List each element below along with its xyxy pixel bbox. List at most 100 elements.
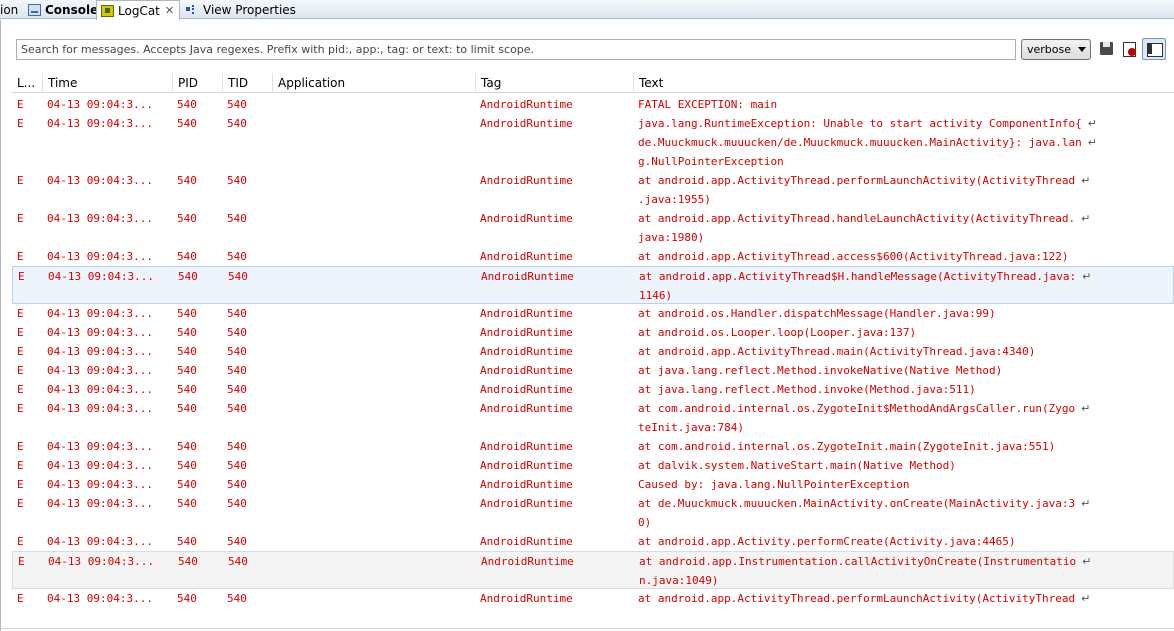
column-header-time[interactable]: Time (42, 73, 172, 93)
panel-bottom-border (0, 628, 1174, 629)
log-tag-cell: AndroidRuntime (480, 326, 573, 339)
log-level-cell: E (17, 459, 24, 472)
table-row[interactable]: E 04-13 09:04:3... 540 540 AndroidRuntime at … (12, 456, 1174, 475)
log-text-line: at android.app.ActivityThread.handleLaun… (638, 209, 1090, 228)
line-wrap-icon: ↵ (1087, 117, 1097, 130)
log-time-cell: 04-13 09:04:3... (47, 592, 153, 605)
log-tag-cell: AndroidRuntime (480, 250, 573, 263)
table-row[interactable]: E 04-13 09:04:3... 540 540 AndroidRuntime at … (12, 494, 1174, 532)
log-text-line: java:1980) (638, 228, 704, 247)
log-tag-cell: AndroidRuntime (480, 459, 573, 472)
tab-label: Console (45, 2, 99, 17)
close-icon[interactable]: ✕ (165, 4, 174, 17)
log-text-line: at android.app.Instrumentation.callActiv… (639, 552, 1091, 571)
table-row[interactable]: E 04-13 09:04:3... 540 540 AndroidRuntime at … (12, 323, 1174, 342)
table-row[interactable]: E 04-13 09:04:3... 540 540 AndroidRuntime Cau… (12, 475, 1174, 494)
tab-view-properties[interactable]: View Properties (186, 0, 296, 19)
table-row[interactable]: E 04-13 09:04:3... 540 540 AndroidRuntime jav… (12, 114, 1174, 171)
log-pid-cell: 540 (177, 440, 197, 453)
column-header-application[interactable]: Application (272, 73, 475, 93)
log-level-cell: E (17, 307, 24, 320)
table-row[interactable]: E 04-13 09:04:3... 540 540 AndroidRuntime at … (12, 380, 1174, 399)
save-icon[interactable] (1098, 40, 1116, 58)
table-row[interactable]: E 04-13 09:04:3... 540 540 AndroidRuntime at … (12, 399, 1174, 437)
line-wrap-icon: ↵ (1081, 402, 1091, 415)
log-text-line: n.java:1049) (639, 571, 718, 590)
table-row[interactable]: E 04-13 09:04:3... 540 540 AndroidRuntime at … (12, 247, 1174, 266)
log-level-cell: E (17, 364, 24, 377)
search-input[interactable] (16, 39, 1016, 60)
log-text: at android.app.ActivityThread$H.handleMe… (639, 270, 1077, 283)
table-row[interactable]: E 04-13 09:04:3... 540 540 AndroidRuntime at … (12, 171, 1174, 209)
clear-log-icon[interactable] (1120, 40, 1138, 58)
log-tid-cell: 540 (227, 250, 247, 263)
log-text: at android.app.ActivityThread.performLau… (638, 592, 1076, 605)
log-text: g.NullPointerException (638, 155, 784, 168)
log-text-line: at de.Muuckmuck.muuucken.MainActivity.on… (638, 494, 1090, 513)
log-text-line: at android.app.Activity.performCreate(Ac… (638, 532, 1016, 551)
column-header-level[interactable]: L... (12, 73, 42, 93)
log-text: n.java:1049) (639, 574, 719, 587)
log-text-line: 1146) (639, 286, 672, 305)
log-text: 0) (638, 516, 652, 529)
table-row[interactable]: E 04-13 09:04:3... 540 540 AndroidRuntime at … (12, 437, 1174, 456)
line-wrap-icon: ↵ (1087, 136, 1097, 149)
console-icon (28, 3, 41, 16)
log-text-line: .java:1955) (638, 190, 711, 209)
table-row[interactable]: E 04-13 09:04:3... 540 540 AndroidRuntime at … (12, 304, 1174, 323)
table-row[interactable]: E 04-13 09:04:3... 540 540 AndroidRuntime at … (12, 209, 1174, 247)
log-text-line: at com.android.internal.os.ZygoteInit.ma… (638, 437, 1055, 456)
table-row[interactable]: E 04-13 09:04:3... 540 540 AndroidRuntime at … (12, 589, 1174, 608)
view-properties-icon (186, 4, 199, 16)
tab-logcat[interactable]: LogCat ✕ (96, 0, 181, 20)
table-row[interactable]: E 04-13 09:04:3... 540 540 AndroidRuntime at … (12, 266, 1174, 304)
log-level-cell: E (17, 345, 24, 358)
tab-partial[interactable]: ion (0, 0, 18, 19)
table-row[interactable]: E 04-13 09:04:3... 540 540 AndroidRuntime at … (12, 551, 1174, 589)
tab-label: View Properties (203, 2, 296, 17)
table-row[interactable]: E 04-13 09:04:3... 540 540 AndroidRuntime at … (12, 361, 1174, 380)
log-text-line: Caused by: java.lang.NullPointerExceptio… (638, 475, 910, 494)
table-row[interactable]: E 04-13 09:04:3... 540 540 AndroidRuntime at … (12, 342, 1174, 361)
log-text: at com.android.internal.os.ZygoteInit.ma… (638, 440, 1056, 453)
column-header-pid[interactable]: PID (172, 73, 222, 93)
log-pid-cell: 540 (177, 307, 197, 320)
log-pid-cell: 540 (177, 345, 197, 358)
log-level-cell: E (17, 383, 24, 396)
log-tid-cell: 540 (228, 555, 248, 568)
tab-label: LogCat (118, 3, 160, 18)
log-tid-cell: 540 (227, 402, 247, 415)
log-tag-cell: AndroidRuntime (480, 174, 573, 187)
column-header-text[interactable]: Text (633, 73, 1174, 93)
log-pid-cell: 540 (177, 364, 197, 377)
log-tag-cell: AndroidRuntime (481, 555, 574, 568)
table-row[interactable]: E 04-13 09:04:3... 540 540 AndroidRuntime FAT… (12, 95, 1174, 114)
log-pid-cell: 540 (177, 497, 197, 510)
log-level-cell: E (18, 555, 25, 568)
log-tag-cell: AndroidRuntime (480, 440, 573, 453)
log-text: at android.app.Instrumentation.callActiv… (639, 555, 1077, 568)
log-time-cell: 04-13 09:04:3... (47, 117, 153, 130)
column-header-tid[interactable]: TID (222, 73, 272, 93)
toggle-filters-icon[interactable] (1142, 38, 1166, 60)
log-level-select[interactable]: verbose (1021, 39, 1091, 60)
tab-console[interactable]: Console (28, 0, 98, 19)
log-time-cell: 04-13 09:04:3... (47, 174, 153, 187)
log-time-cell: 04-13 09:04:3... (47, 307, 153, 320)
line-wrap-icon: ↵ (1082, 555, 1092, 568)
log-tag-cell: AndroidRuntime (480, 117, 573, 130)
log-text-line: at android.app.ActivityThread.access$600… (638, 247, 1068, 266)
log-text: java:1980) (638, 231, 705, 244)
column-header-tag[interactable]: Tag (475, 73, 633, 93)
log-level-cell: E (17, 250, 24, 263)
log-tag-cell: AndroidRuntime (480, 497, 573, 510)
log-text-line: g.NullPointerException (638, 152, 784, 171)
log-text-line: at android.app.ActivityThread.performLau… (638, 171, 1090, 190)
log-tid-cell: 540 (227, 307, 247, 320)
log-pid-cell: 540 (177, 250, 197, 263)
log-text: at android.app.ActivityThread.handleLaun… (638, 212, 1076, 225)
table-row[interactable]: E 04-13 09:04:3... 540 540 AndroidRuntime at … (12, 532, 1174, 551)
log-time-cell: 04-13 09:04:3... (47, 98, 153, 111)
log-pid-cell: 540 (177, 212, 197, 225)
line-wrap-icon: ↵ (1081, 497, 1091, 510)
